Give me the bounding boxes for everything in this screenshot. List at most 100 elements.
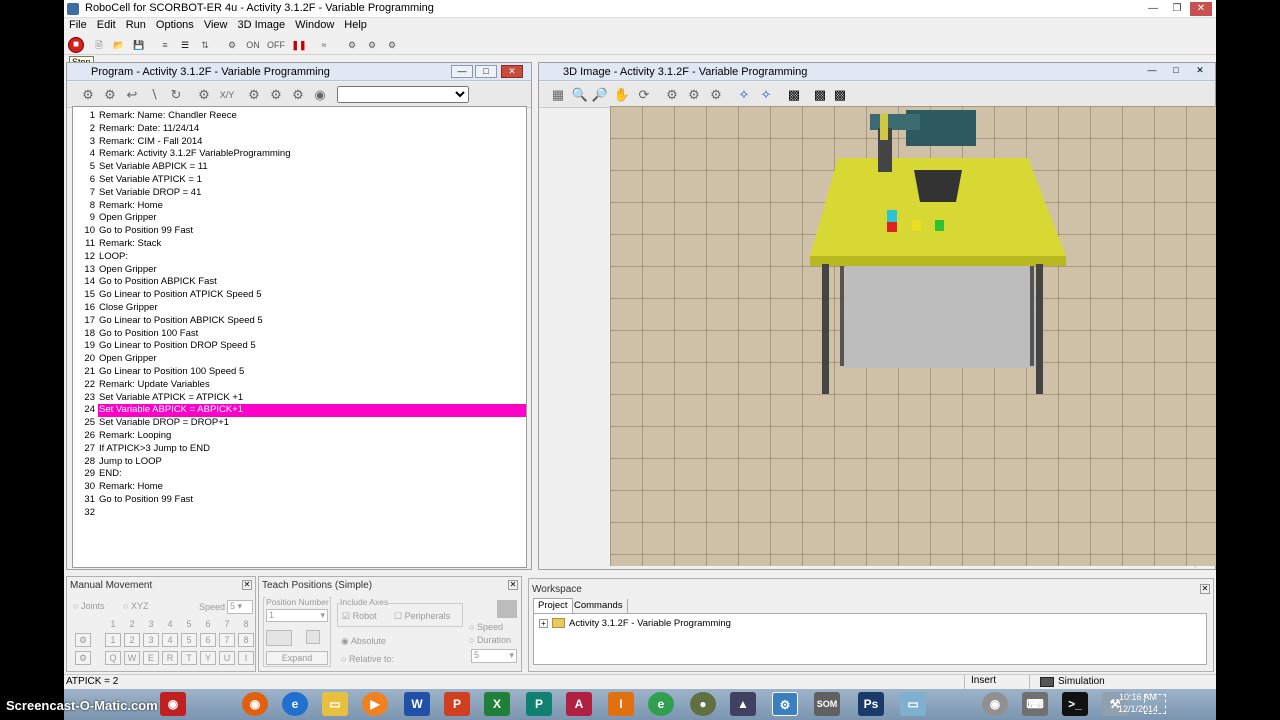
teach-position-icon[interactable]: ⚙ (195, 86, 213, 104)
manual-speed-select[interactable]: 5 ▾ (227, 600, 253, 614)
teach-button[interactable] (266, 630, 292, 646)
expand-button[interactable]: Expand (266, 651, 328, 665)
robot-control-icon[interactable]: ⚙ (224, 37, 240, 53)
stop-icon[interactable]: ■ (68, 37, 84, 53)
home-peripherals-icon[interactable]: ⚙ (384, 37, 400, 53)
program-line[interactable]: 16 Close Gripper (73, 302, 526, 315)
cad-tool-icon[interactable]: ● (690, 692, 716, 716)
go-circular-icon[interactable]: ↩ (123, 86, 141, 104)
program-maximize-icon[interactable]: □ (475, 65, 497, 78)
axis-minus-button[interactable]: I (238, 651, 254, 665)
camera-icon[interactable]: ◉ (311, 86, 329, 104)
view-fit-icon[interactable]: ▦ (549, 86, 567, 104)
command-prompt-icon[interactable]: >_ (1062, 692, 1088, 716)
program-minimize-icon[interactable]: — (451, 65, 473, 78)
program-line[interactable]: 24 Set Variable ABPICK = ABPICK+1 (73, 404, 526, 418)
minimize-icon[interactable]: — (1142, 2, 1164, 16)
tab-commands[interactable]: Commands (570, 599, 628, 613)
axis-plus-button[interactable]: 3 (143, 633, 159, 647)
joystick-icon[interactable]: ▲ (730, 692, 756, 716)
program-line[interactable]: 10 Go to Position 99 Fast (73, 225, 526, 238)
home-robot-icon[interactable]: ⚙ (344, 37, 360, 53)
camera-view-icon[interactable]: ▩ (785, 86, 803, 104)
zoom-icon[interactable]: 🔍 (571, 86, 589, 104)
axis-plus-button[interactable]: 8 (238, 633, 254, 647)
axis-minus-button[interactable]: R (162, 651, 178, 665)
axis-plus-button[interactable]: 2 (124, 633, 140, 647)
duration-radio[interactable]: ○ Duration (469, 635, 511, 645)
taskbar-clock[interactable]: 10:16 AM 12/1/2014 (1118, 691, 1158, 715)
trace-icon[interactable]: ≈ (316, 37, 332, 53)
program-line[interactable]: 28 Jump to LOOP (73, 456, 526, 469)
program-line[interactable]: 20 Open Gripper (73, 353, 526, 366)
axis-plus-button[interactable]: 6 (200, 633, 216, 647)
program-line[interactable]: 15 Go Linear to Position ATPICK Speed 5 (73, 289, 526, 302)
program-line[interactable]: 30 Remark: Home (73, 481, 526, 494)
disc-icon[interactable]: ◉ (982, 692, 1008, 716)
menu-edit[interactable]: Edit (92, 18, 121, 31)
axis-minus-button[interactable]: Y (200, 651, 216, 665)
relative-radio[interactable]: ○ Relative to: (341, 654, 394, 664)
keyboard-icon[interactable]: ⌨ (1022, 692, 1048, 716)
tree-expand-icon[interactable]: + (539, 619, 548, 628)
menu-file[interactable]: File (64, 18, 92, 31)
program-line[interactable]: 26 Remark: Looping (73, 430, 526, 443)
speed-duration-button[interactable] (497, 600, 517, 618)
word-icon[interactable]: W (404, 692, 430, 716)
axis-minus-button[interactable]: W (124, 651, 140, 665)
menu-window[interactable]: Window (290, 18, 339, 31)
program-list[interactable]: 1 Remark: Name: Chandler Reece 2 Remark: Da… (72, 106, 527, 568)
minus-direction-icon[interactable]: ⚙ (75, 651, 91, 665)
photoshop-icon[interactable]: Ps (858, 692, 884, 716)
run-list-icon[interactable]: ☰ (177, 37, 193, 53)
position-number-select[interactable]: 1 ▾ (266, 609, 328, 622)
robocell-taskbar-icon[interactable]: ⚙ (772, 692, 798, 716)
program-line[interactable]: 29 END: (73, 468, 526, 481)
menu-options[interactable]: Options (151, 18, 199, 31)
control-on-button[interactable]: ON (244, 37, 262, 53)
3d-close-icon[interactable]: ✕ (1189, 65, 1211, 78)
program-line[interactable]: 5 Set Variable ABPICK = 11 (73, 161, 526, 174)
axis-plus-button[interactable]: 7 (219, 633, 235, 647)
menu-view[interactable]: View (199, 18, 233, 31)
menu-run[interactable]: Run (121, 18, 151, 31)
show-gripper-icon[interactable]: ⚙ (707, 86, 725, 104)
tool-view-icon[interactable]: ▩ (831, 86, 849, 104)
internet-explorer-icon[interactable]: e (282, 692, 308, 716)
3d-scene-viewport[interactable] (610, 106, 1216, 566)
program-line[interactable]: 3 Remark: CIM - Fall 2014 (73, 136, 526, 149)
program-command-select[interactable] (337, 86, 469, 103)
save-icon[interactable]: 💾 (131, 37, 147, 53)
program-line[interactable]: 21 Go Linear to Position 100 Speed 5 (73, 366, 526, 379)
program-line[interactable]: 23 Set Variable ATPICK = ATPICK +1 (73, 392, 526, 405)
program-line[interactable]: 19 Go Linear to Position DROP Speed 5 (73, 340, 526, 353)
powerpoint-icon[interactable]: P (444, 692, 470, 716)
positions-view-icon[interactable]: ▩ (811, 86, 829, 104)
xy-button[interactable]: X/Y (215, 86, 239, 104)
close-gripper-icon[interactable]: ↻ (167, 86, 185, 104)
go-to-position-button[interactable] (306, 630, 320, 644)
show-robot-icon[interactable]: ⚙ (663, 86, 681, 104)
program-line[interactable]: 11 Remark: Stack (73, 238, 526, 251)
file-explorer-icon[interactable]: ▭ (322, 692, 348, 716)
pick-object-icon[interactable]: ✧ (735, 86, 753, 104)
program-line[interactable]: 22 Remark: Update Variables (73, 379, 526, 392)
control-off-button[interactable]: OFF (266, 37, 286, 53)
axis-minus-button[interactable]: T (181, 651, 197, 665)
input-icon[interactable]: ⚙ (289, 86, 307, 104)
program-line[interactable]: 1 Remark: Name: Chandler Reece (73, 110, 526, 123)
axis-plus-button[interactable]: 1 (105, 633, 121, 647)
xyz-radio[interactable]: ○ XYZ (123, 601, 148, 611)
program-line[interactable]: 12 LOOP: (73, 251, 526, 264)
go-linear-icon[interactable]: ⚙ (101, 86, 119, 104)
program-line[interactable]: 4 Remark: Activity 3.1.2F VariableProgram… (73, 148, 526, 161)
joints-radio[interactable]: ○ Joints (73, 601, 104, 611)
new-file-icon[interactable]: 🗎 (91, 37, 107, 53)
program-line[interactable]: 18 Go to Position 100 Fast (73, 328, 526, 341)
axis-minus-button[interactable]: Q (105, 651, 121, 665)
open-gripper-icon[interactable]: ∖ (145, 86, 163, 104)
taskbar-app-icon[interactable]: ◉ (160, 692, 186, 716)
excel-icon[interactable]: X (484, 692, 510, 716)
program-line[interactable]: 8 Remark: Home (73, 200, 526, 213)
peripherals-checkbox[interactable]: ☐ Peripherals (394, 611, 450, 622)
